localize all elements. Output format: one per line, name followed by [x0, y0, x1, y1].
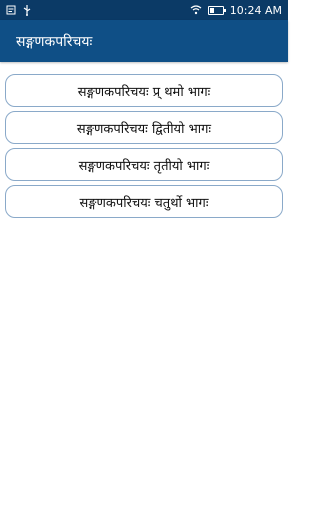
status-right: 10:24 AM: [190, 4, 282, 17]
chapter-item-label: सङ्गणकपरिचयः प्र् थमो भागः: [77, 84, 211, 100]
page-title: सङ्गणकपरिचयः: [16, 33, 93, 50]
status-time: 10:24 AM: [229, 3, 282, 17]
battery-outline: [207, 5, 226, 15]
chapter-item-4[interactable]: सङ्गणकपरिचयः चतुर्थो भागः: [5, 185, 283, 218]
wifi-icon: [190, 5, 202, 15]
app-bar: सङ्गणकपरिचयः: [0, 20, 288, 62]
status-bar: 10:24 AM: [0, 0, 288, 20]
battery-icon: [207, 5, 226, 15]
chapter-item-1[interactable]: सङ्गणकपरिचयः प्र् थमो भागः: [5, 74, 283, 107]
usb-icon: [22, 4, 32, 16]
notification-icon: [6, 5, 16, 15]
chapter-list: सङ्गणकपरिचयः प्र् थमो भागः सङ्गणकपरिचयः …: [5, 74, 283, 222]
status-left: [6, 4, 32, 16]
chapter-item-label: सङ्गणकपरिचयः चतुर्थो भागः: [79, 195, 209, 211]
chapter-item-3[interactable]: सङ्गणकपरिचयः तृतीयो भागः: [5, 148, 283, 181]
chapter-item-label: सङ्गणकपरिचयः तृतीयो भागः: [78, 158, 210, 174]
battery-fill: [209, 7, 214, 13]
chapter-item-label: सङ्गणकपरिचयः द्वितीयो भागः: [76, 121, 212, 137]
chapter-item-2[interactable]: सङ्गणकपरिचयः द्वितीयो भागः: [5, 111, 283, 144]
